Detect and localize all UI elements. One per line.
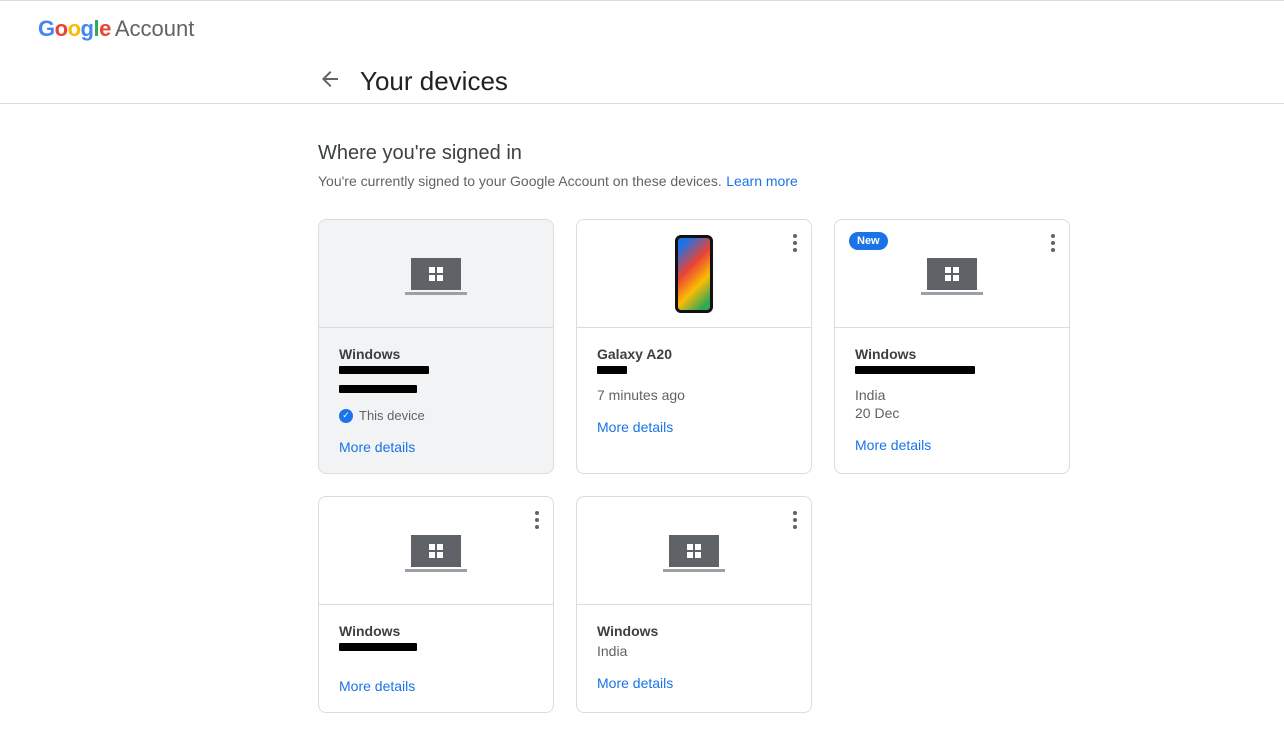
more-details-link[interactable]: More details <box>339 439 415 455</box>
device-card-body: Windows This device More details <box>319 328 553 473</box>
this-device-row: This device <box>339 408 533 423</box>
check-icon <box>339 409 353 423</box>
device-name: Windows <box>597 623 791 639</box>
device-card-body: Windows More details <box>319 605 553 712</box>
device-name: Windows <box>339 346 533 362</box>
more-menu-icon[interactable] <box>535 511 539 529</box>
device-card-top <box>319 220 553 328</box>
more-details-link[interactable]: More details <box>339 678 415 694</box>
device-card-body: Windows India More details <box>577 605 811 709</box>
more-menu-icon[interactable] <box>1051 234 1055 252</box>
more-menu-icon[interactable] <box>793 511 797 529</box>
redacted-text <box>597 366 627 374</box>
more-details-link[interactable]: More details <box>597 419 673 435</box>
section-heading: Where you're signed in <box>318 142 1074 165</box>
more-details-link[interactable]: More details <box>597 675 673 691</box>
device-card[interactable]: New Windows India 20 Dec More details <box>834 219 1070 474</box>
google-logo: Google <box>38 16 111 42</box>
this-device-label: This device <box>359 408 425 423</box>
phone-icon <box>675 235 713 313</box>
new-badge: New <box>849 232 888 250</box>
learn-more-link[interactable]: Learn more <box>726 173 798 189</box>
more-menu-icon[interactable] <box>793 234 797 252</box>
more-details-link[interactable]: More details <box>855 437 931 453</box>
redacted-text <box>339 643 417 651</box>
device-name: Windows <box>339 623 533 639</box>
redacted-text <box>339 366 429 374</box>
windows-laptop-icon <box>927 258 977 290</box>
device-card[interactable]: Windows This device More details <box>318 219 554 474</box>
account-label: Account <box>115 16 195 42</box>
device-card-body: Galaxy A20 7 minutes ago More details <box>577 328 811 453</box>
device-meta: 7 minutes ago <box>597 387 791 403</box>
redacted-text <box>855 366 975 374</box>
device-name: Windows <box>855 346 1049 362</box>
device-name: Galaxy A20 <box>597 346 791 362</box>
back-arrow-icon[interactable] <box>318 67 342 96</box>
device-grid: WindowsThis deviceMore detailsGalaxy A20… <box>318 219 1074 713</box>
device-meta: India <box>597 643 791 659</box>
device-card-top: New <box>835 220 1069 328</box>
device-card-body: Windows India 20 Dec More details <box>835 328 1069 471</box>
windows-laptop-icon <box>411 258 461 290</box>
device-card-top <box>577 220 811 328</box>
device-meta: India <box>855 387 1049 403</box>
device-card[interactable]: Windows India More details <box>576 496 812 713</box>
windows-laptop-icon <box>411 535 461 567</box>
windows-laptop-icon <box>669 535 719 567</box>
page-title: Your devices <box>360 66 508 97</box>
device-meta: 20 Dec <box>855 405 1049 421</box>
device-card[interactable]: Galaxy A20 7 minutes ago More details <box>576 219 812 474</box>
device-card-top <box>319 497 553 605</box>
device-card-top <box>577 497 811 605</box>
device-card[interactable]: Windows More details <box>318 496 554 713</box>
redacted-text <box>339 385 417 393</box>
section-description: You're currently signed to your Google A… <box>318 173 722 189</box>
